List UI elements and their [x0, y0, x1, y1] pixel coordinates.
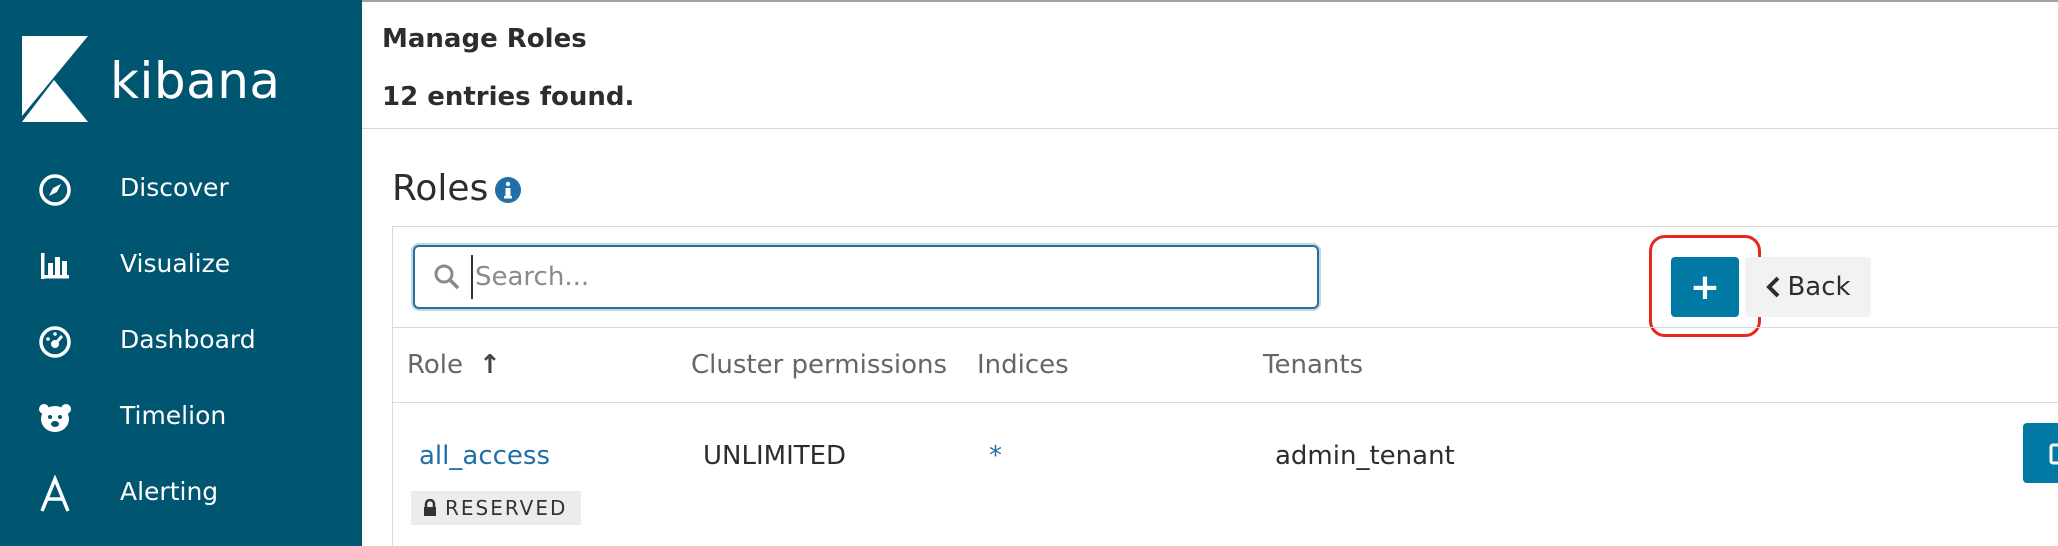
sort-arrow-icon: ↑ [479, 350, 501, 380]
nav-item-dashboard[interactable]: Dashboard [0, 312, 362, 372]
logo-text: kibana [110, 52, 281, 110]
back-label: Back [1787, 272, 1851, 302]
dashboard-gauge-icon [30, 322, 80, 362]
edit-icon [2049, 443, 2058, 465]
table-row: all_access UNLIMITED * admin_tenant RESE… [393, 403, 2058, 546]
chevron-left-icon [1766, 276, 1780, 298]
reserved-badge: RESERVED [411, 491, 582, 525]
back-button[interactable]: Back [1745, 257, 1871, 317]
kibana-logo[interactable]: kibana [22, 36, 322, 126]
table-header: Role ↑ Cluster permissions Indices Tenant… [393, 327, 2058, 403]
cluster-permissions-value: UNLIMITED [703, 441, 847, 471]
page-header: Manage Roles 12 entries found. [362, 0, 2058, 129]
column-header-role[interactable]: Role ↑ [407, 350, 501, 380]
nav-label: Discover [120, 173, 229, 202]
nav-label: Visualize [120, 249, 231, 278]
role-name-link[interactable]: all_access [419, 441, 550, 471]
nav-label: Dashboard [120, 325, 256, 354]
nav-item-timelion[interactable]: Timelion [0, 388, 362, 448]
kibana-logo-icon [22, 36, 88, 122]
tenants-value: admin_tenant [1275, 441, 1455, 471]
nav-item-discover[interactable]: Discover [0, 160, 362, 220]
column-header-tenants[interactable]: Tenants [1263, 350, 1363, 380]
search-icon [434, 264, 460, 290]
lock-icon [424, 499, 436, 516]
nav-label: Alerting [120, 477, 219, 506]
search-box[interactable] [413, 245, 1319, 309]
entries-count: 12 entries found. [382, 82, 635, 112]
column-header-cluster[interactable]: Cluster permissions [691, 350, 947, 380]
roles-heading: Roles [392, 168, 489, 209]
roles-table-panel: + Back Role↑ Cluster permissions Indices… [392, 226, 2058, 546]
main-content: Roles + Back Role↑ Cluster permissions [362, 130, 2058, 546]
search-input[interactable] [471, 255, 1301, 299]
info-icon[interactable] [494, 176, 522, 204]
page-title: Manage Roles [382, 24, 587, 54]
letter-a-icon [30, 474, 80, 514]
indices-value: * [989, 441, 1002, 471]
bear-icon [30, 398, 80, 438]
plus-icon: + [1689, 266, 1721, 308]
add-role-button[interactable]: + [1671, 257, 1739, 317]
nav-item-alerting[interactable]: Alerting [0, 464, 362, 524]
sidebar: kibana Discover Visualize Dashboard Time… [0, 0, 362, 546]
nav-item-visualize[interactable]: Visualize [0, 236, 362, 296]
compass-icon [30, 170, 80, 210]
column-header-indices[interactable]: Indices [977, 350, 1069, 380]
reserved-label: RESERVED [445, 496, 568, 520]
bar-chart-icon [30, 246, 80, 286]
edit-role-button[interactable] [2023, 423, 2058, 483]
nav-label: Timelion [120, 401, 227, 430]
